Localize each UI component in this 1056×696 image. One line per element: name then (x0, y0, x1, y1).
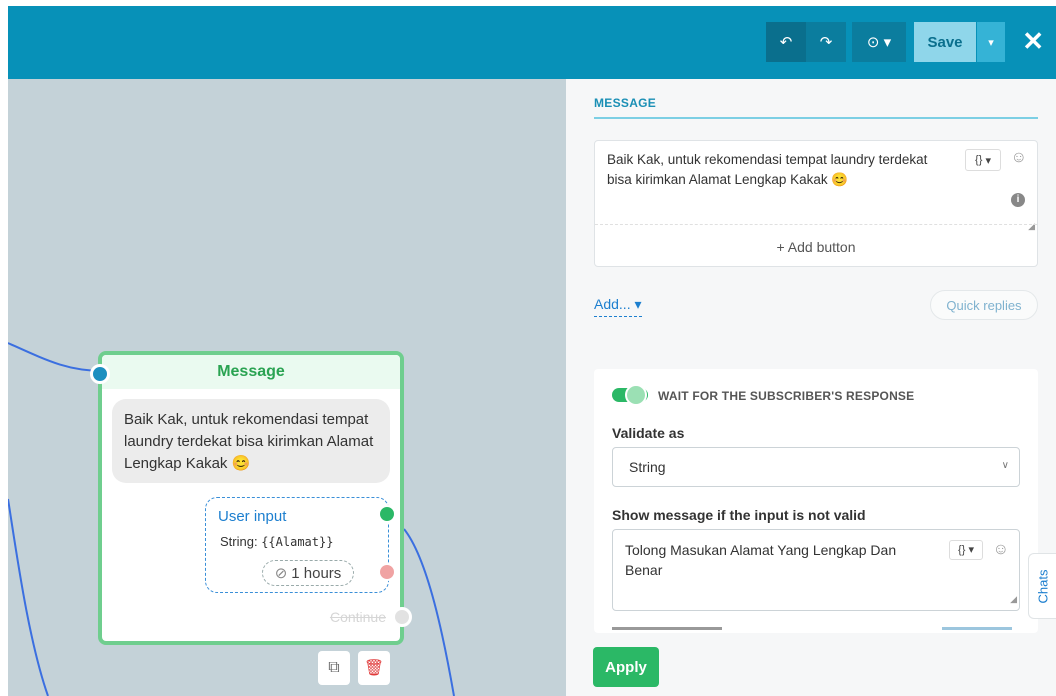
message-card: Baik Kak, untuk rekomendasi tempat laund… (594, 140, 1038, 267)
apply-button[interactable]: Apply (593, 647, 659, 687)
invalid-message-text: Tolong Masukan Alamat Yang Lengkap Dan B… (625, 542, 897, 578)
top-toolbar: ↶ ↷ ⊙ ▾ Save ▾ ✕ (8, 6, 1056, 79)
node-actions: ⧉ 🗑 (318, 651, 390, 685)
wait-response-card: WAIT FOR THE SUBSCRIBER'S RESPONSE Valid… (594, 369, 1038, 633)
emoji-button[interactable]: ☺ (993, 540, 1009, 560)
undo-icon: ↶ (779, 34, 793, 51)
validate-label: Validate as (612, 425, 685, 441)
braces-icon: {} (958, 544, 966, 556)
user-input-port[interactable] (378, 505, 396, 523)
node-title: Message (102, 355, 400, 389)
continue-port[interactable] (392, 607, 412, 627)
close-button[interactable]: ✕ (1022, 28, 1044, 54)
user-input-type: String: (220, 534, 258, 549)
invalid-message-textarea[interactable]: Tolong Masukan Alamat Yang Lengkap Dan B… (612, 529, 1020, 611)
insert-variable-button[interactable]: {} ▾ (949, 540, 983, 560)
smiley-icon: ☺ (1010, 149, 1027, 166)
quick-replies-button[interactable]: Quick replies (930, 290, 1038, 320)
redo-button[interactable]: ↷ (806, 22, 846, 62)
chats-label: Chats (1035, 569, 1050, 603)
chats-tab[interactable]: Chats (1028, 553, 1056, 619)
toolbar-actions: ↶ ↷ ⊙ ▾ Save ▾ (766, 22, 1005, 62)
redo-icon: ↷ (819, 34, 833, 51)
copy-icon: ⧉ (328, 659, 340, 676)
wait-response-label: WAIT FOR THE SUBSCRIBER'S RESPONSE (658, 389, 915, 403)
node-input-port[interactable] (90, 364, 110, 384)
timeout-chip[interactable]: ⊘ 1 hours (262, 560, 354, 586)
user-input-title: User input (218, 508, 287, 525)
info-icon[interactable]: i (1011, 193, 1025, 207)
message-node[interactable]: Message Baik Kak, untuk rekomendasi temp… (90, 351, 412, 645)
clipped-field-label (612, 627, 1020, 633)
section-title: MESSAGE (594, 96, 657, 110)
history-icon: ⊙ ▾ (866, 34, 892, 51)
validate-select[interactable]: String ∨ (612, 447, 1020, 487)
continue-label: Continue (329, 609, 386, 625)
add-menu-label: Add... (594, 296, 631, 312)
duplicate-button[interactable]: ⧉ (318, 651, 350, 685)
timeout-label: 1 hours (291, 564, 342, 582)
connection-line-left (8, 498, 49, 696)
toggle-knob[interactable] (625, 384, 647, 406)
history-button[interactable]: ⊙ ▾ (852, 22, 906, 62)
trash-icon: 🗑 (363, 660, 385, 677)
timeout-port[interactable] (378, 563, 396, 581)
insert-variable-button[interactable]: {} ▾ (965, 149, 1001, 171)
smiley-icon: ☺ (992, 541, 1009, 558)
close-icon: ✕ (1022, 26, 1044, 56)
message-textarea[interactable]: Baik Kak, untuk rekomendasi tempat laund… (607, 150, 947, 190)
chevron-down-icon: ∨ (1001, 460, 1009, 471)
clipped-label-text (612, 627, 722, 630)
save-options-button[interactable]: ▾ (977, 22, 1005, 62)
clipped-link-text (942, 627, 1012, 630)
no-entry-icon: ⊘ (274, 565, 288, 582)
save-button[interactable]: Save (914, 22, 976, 62)
caret-down-icon: ▾ (634, 296, 642, 312)
message-bubble: Baik Kak, untuk rekomendasi tempat laund… (112, 399, 390, 483)
emoji-button[interactable]: ☺ (1011, 149, 1027, 167)
undo-button[interactable]: ↶ (766, 22, 806, 62)
editor-panel: MESSAGE Baik Kak, untuk rekomendasi temp… (566, 79, 1056, 696)
add-menu-dropdown[interactable]: Add... ▾ (594, 296, 642, 317)
user-input-connection (403, 528, 455, 696)
invalid-message-label: Show message if the input is not valid (612, 507, 866, 523)
validate-value: String (629, 459, 666, 475)
add-button[interactable]: + Add button (595, 224, 1037, 268)
flow-canvas[interactable]: Message Baik Kak, untuk rekomendasi temp… (8, 79, 566, 696)
user-input-var: {{Alamat}} (261, 535, 334, 549)
chevron-down-icon: ▾ (988, 36, 994, 49)
user-input-variable: String: {{Alamat}} (220, 534, 333, 549)
resize-handle-icon[interactable]: ◢ (1010, 589, 1017, 609)
braces-icon: {} (975, 154, 983, 166)
user-input-block[interactable]: User input String: {{Alamat}} ⊘ 1 hours (205, 497, 396, 593)
delete-button[interactable]: 🗑 (358, 651, 390, 685)
section-divider (594, 117, 1038, 119)
incoming-connection (8, 342, 105, 372)
